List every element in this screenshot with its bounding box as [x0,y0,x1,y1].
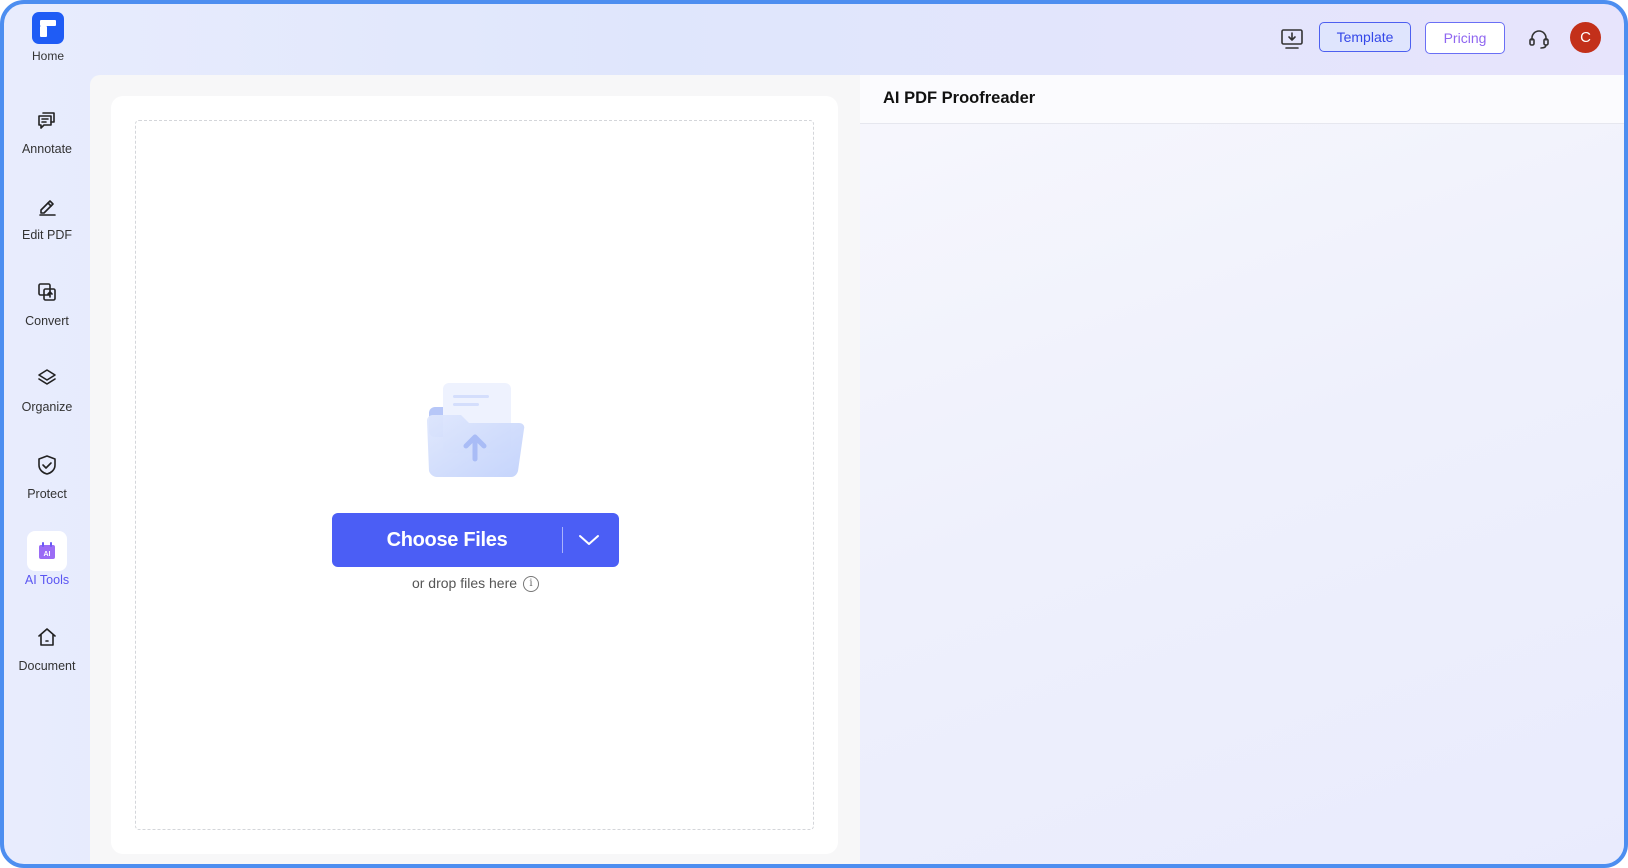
choose-files-button[interactable]: Choose Files [332,513,619,567]
sidebar-item-label: Convert [25,314,69,328]
file-dropzone[interactable]: Choose Files or drop files here i [135,120,814,830]
drop-hint: or drop files here i [136,575,815,593]
protect-icon [27,445,67,485]
sidebar-item-label: AI Tools [24,573,70,587]
upload-folder-icon [427,383,525,477]
pricing-button[interactable]: Pricing [1425,22,1505,54]
sidebar-item-protect[interactable]: Protect [4,445,90,501]
drop-hint-text: or drop files here [411,575,518,591]
sidebar-item-organize[interactable]: Organize [4,358,90,414]
sidebar-item-document[interactable]: Document [4,617,90,673]
svg-text:AI: AI [44,551,51,558]
sidebar-item-label: Organize [21,400,73,414]
app-logo-icon [32,12,64,44]
panel-title: AI PDF Proofreader [883,89,1036,107]
upload-card: Choose Files or drop files here i [111,96,838,854]
sidebar: Annotate Edit PDF Convert Organize Prote… [4,76,90,864]
convert-icon [27,272,67,312]
template-button[interactable]: Template [1319,22,1411,52]
ai-tools-icon: AI [27,531,67,571]
sidebar-item-convert[interactable]: Convert [4,272,90,328]
support-headset-icon[interactable] [1526,26,1552,52]
proofreader-panel: AI PDF Proofreader [860,75,1624,864]
choose-files-label: Choose Files [386,528,508,551]
home-button[interactable]: Home [4,12,92,63]
sidebar-item-label: Edit PDF [21,228,72,242]
sidebar-item-annotate[interactable]: Annotate [4,100,90,156]
organize-icon [27,358,67,398]
home-label: Home [31,49,64,63]
annotate-icon [27,100,67,140]
document-icon [27,617,67,657]
download-desktop-icon[interactable] [1279,26,1305,52]
chevron-down-icon[interactable] [574,526,604,554]
sidebar-item-edit-pdf[interactable]: Edit PDF [4,186,90,242]
main-panel: Choose Files or drop files here i [90,75,860,864]
edit-pdf-icon [27,186,67,226]
sidebar-item-ai-tools[interactable]: AI AI Tools [4,531,90,587]
sidebar-item-label: Annotate [21,142,73,156]
info-icon[interactable]: i [523,576,540,593]
sidebar-item-label: Protect [27,487,67,501]
button-divider [562,527,563,553]
avatar[interactable]: C [1570,22,1601,53]
top-bar: Home Template Pricing C [4,4,1624,76]
sidebar-item-label: Document [18,659,76,673]
panel-header: AI PDF Proofreader [860,75,1624,124]
app-window: Home Template Pricing C Annotate Edit PD… [0,0,1628,868]
